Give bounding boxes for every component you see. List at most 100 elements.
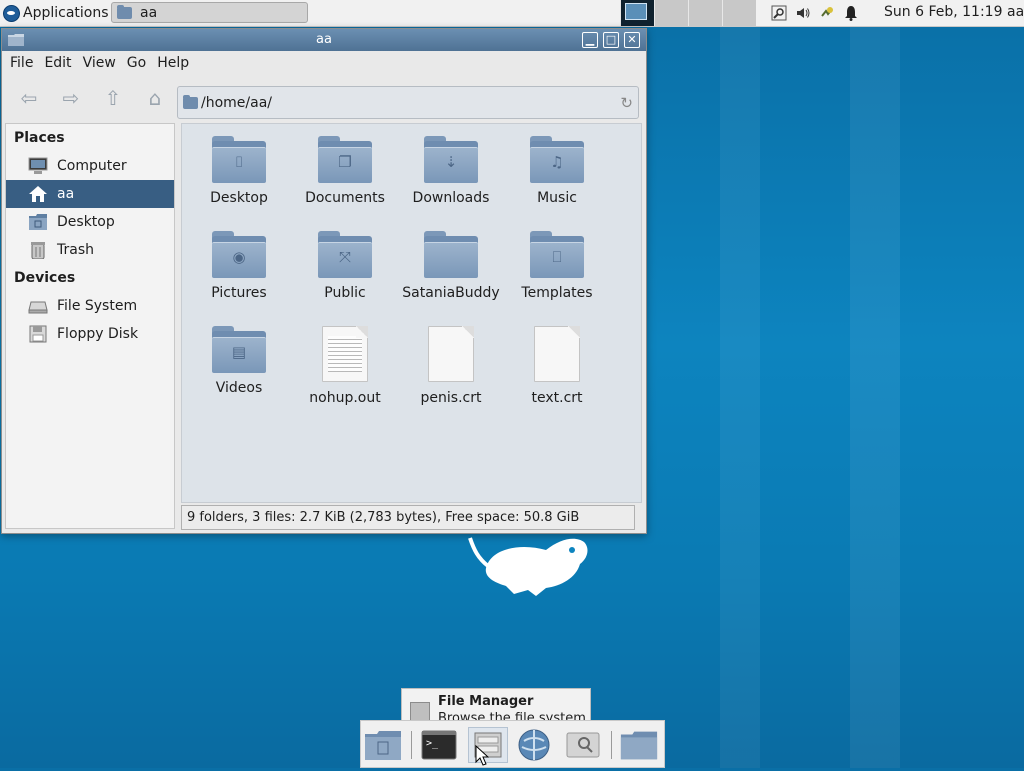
folder-icon[interactable] bbox=[619, 727, 659, 763]
terminal-icon[interactable]: >_ bbox=[419, 727, 459, 763]
menu-edit[interactable]: Edit bbox=[40, 55, 78, 71]
taskbar-window-button[interactable]: aa bbox=[111, 2, 308, 23]
folder-icon bbox=[117, 4, 132, 19]
menu-go[interactable]: Go bbox=[123, 55, 153, 71]
user-menu[interactable]: aa bbox=[1007, 4, 1024, 20]
floppy-disk-icon bbox=[28, 325, 48, 343]
workspace-3[interactable] bbox=[688, 0, 722, 26]
blank-file-icon bbox=[534, 326, 580, 382]
text-file-icon bbox=[322, 326, 368, 382]
sidebar-item-file-system[interactable]: File System bbox=[6, 292, 174, 320]
applications-label: Applications bbox=[23, 5, 109, 21]
location-bar[interactable]: /home/aa/ ↻ bbox=[177, 86, 639, 119]
up-arrow-icon[interactable]: ⇧ bbox=[100, 85, 126, 111]
desktop-folder-icon: ⌷ bbox=[212, 136, 266, 183]
file-item[interactable]: ⇣ Downloads bbox=[398, 124, 504, 219]
downloads-folder-icon: ⇣ bbox=[424, 136, 478, 183]
xfce-mouse-logo bbox=[466, 528, 596, 607]
file-item[interactable]: nohup.out bbox=[292, 314, 398, 409]
dock-separator bbox=[411, 731, 412, 759]
file-item-label: Templates bbox=[521, 285, 593, 301]
menu-file[interactable]: File bbox=[6, 55, 40, 71]
file-item-label: Music bbox=[537, 190, 577, 206]
sidebar-item-label: File System bbox=[57, 298, 138, 314]
file-item[interactable]: penis.crt bbox=[398, 314, 504, 409]
web-browser-icon[interactable] bbox=[514, 727, 554, 763]
file-item[interactable]: ▤ Videos bbox=[186, 314, 292, 409]
places-heading: Places bbox=[14, 130, 65, 146]
forward-arrow-icon[interactable]: ⇨ bbox=[58, 85, 84, 111]
videos-folder-icon: ▤ bbox=[212, 326, 266, 373]
sidebar-item-label: Computer bbox=[57, 158, 127, 174]
devices-heading: Devices bbox=[14, 270, 76, 286]
updates-icon[interactable] bbox=[818, 4, 836, 22]
file-item-label: penis.crt bbox=[420, 390, 482, 406]
tooltip-title: File Manager bbox=[438, 694, 534, 709]
sidebar-item-label: aa bbox=[57, 186, 75, 202]
sidebar-item-computer[interactable]: Computer bbox=[6, 152, 174, 180]
minimize-button[interactable]: ▁ bbox=[582, 32, 598, 48]
menu-view[interactable]: View bbox=[79, 55, 123, 71]
workspace-4[interactable] bbox=[722, 0, 756, 26]
top-panel: Applications ⁝ aa Sun 6 Feb, 11:19 aa bbox=[0, 0, 1024, 27]
file-item-label: Public bbox=[324, 285, 366, 301]
file-item-label: text.crt bbox=[531, 390, 583, 406]
workspace-2[interactable] bbox=[654, 0, 688, 26]
applications-menu-button[interactable]: Applications ⁝ bbox=[0, 0, 121, 26]
file-item[interactable]: ⎕ Templates bbox=[504, 219, 610, 314]
file-manager-window: aa ▁ □ ✕ File Edit View Go Help ⇦ ⇨ ⇧ ⌂ … bbox=[1, 28, 647, 534]
documents-folder-icon: ❐ bbox=[318, 136, 372, 183]
file-view[interactable]: ⌷ Desktop ❐ Documents ⇣ Downloads ♫ Musi… bbox=[181, 123, 642, 503]
menubar: File Edit View Go Help bbox=[2, 51, 646, 75]
status-bar: 9 folders, 3 files: 2.7 KiB (2,783 bytes… bbox=[181, 505, 635, 530]
close-button[interactable]: ✕ bbox=[624, 32, 640, 48]
music-folder-icon: ♫ bbox=[530, 136, 584, 183]
sidebar-item-floppy-disk[interactable]: Floppy Disk bbox=[6, 320, 174, 348]
taskbar-window-label: aa bbox=[140, 4, 158, 21]
file-item-label: Videos bbox=[215, 380, 263, 396]
file-item[interactable]: ❐ Documents bbox=[292, 124, 398, 219]
sidebar-item-label: Floppy Disk bbox=[57, 326, 139, 342]
toolbar: ⇦ ⇨ ⇧ ⌂ /home/aa/ ↻ bbox=[2, 75, 646, 123]
location-path: /home/aa/ bbox=[201, 94, 272, 111]
file-item[interactable]: SataniaBuddy bbox=[398, 219, 504, 314]
file-item[interactable]: text.crt bbox=[504, 314, 610, 409]
file-item[interactable]: ◉ Pictures bbox=[186, 219, 292, 314]
window-title: aa bbox=[316, 32, 332, 47]
file-item[interactable]: ⌷ Desktop bbox=[186, 124, 292, 219]
public-folder-icon: ⤧ bbox=[318, 231, 372, 278]
show-desktop-icon[interactable] bbox=[363, 727, 403, 763]
window-titlebar[interactable]: aa ▁ □ ✕ bbox=[2, 29, 646, 51]
file-grid: ⌷ Desktop ❐ Documents ⇣ Downloads ♫ Musi… bbox=[182, 124, 610, 409]
file-item-label: SataniaBuddy bbox=[402, 285, 500, 301]
file-item-label: Desktop bbox=[210, 190, 268, 206]
workspace-switcher bbox=[620, 0, 756, 26]
notification-bell-icon[interactable] bbox=[842, 4, 860, 22]
volume-icon[interactable] bbox=[794, 4, 812, 22]
file-item-label: Pictures bbox=[211, 285, 267, 301]
xfce-logo-icon bbox=[3, 4, 20, 22]
desktop-folder-icon bbox=[28, 213, 48, 231]
folder-icon bbox=[424, 231, 478, 278]
file-manager-icon bbox=[410, 702, 430, 722]
maximize-button[interactable]: □ bbox=[603, 32, 619, 48]
home-icon bbox=[28, 185, 48, 203]
sidebar-item-aa[interactable]: aa bbox=[6, 180, 174, 208]
home-icon[interactable]: ⌂ bbox=[142, 85, 168, 111]
reload-icon[interactable]: ↻ bbox=[620, 94, 633, 112]
sidebar-item-label: Desktop bbox=[57, 214, 115, 230]
back-arrow-icon[interactable]: ⇦ bbox=[16, 85, 42, 111]
sidebar: Places Computer aa Desktop Trash Devices bbox=[5, 123, 175, 529]
file-item[interactable]: ♫ Music bbox=[504, 124, 610, 219]
blank-file-icon bbox=[428, 326, 474, 382]
menu-help[interactable]: Help bbox=[153, 55, 196, 71]
app-finder-icon[interactable] bbox=[563, 727, 603, 763]
search-icon[interactable] bbox=[770, 4, 788, 22]
sidebar-item-trash[interactable]: Trash bbox=[6, 236, 174, 264]
file-item[interactable]: ⤧ Public bbox=[292, 219, 398, 314]
system-tray bbox=[770, 0, 860, 26]
clock[interactable]: Sun 6 Feb, 11:19 bbox=[884, 4, 1002, 20]
svg-text:>_: >_ bbox=[426, 738, 439, 749]
workspace-1[interactable] bbox=[620, 0, 654, 26]
sidebar-item-desktop[interactable]: Desktop bbox=[6, 208, 174, 236]
